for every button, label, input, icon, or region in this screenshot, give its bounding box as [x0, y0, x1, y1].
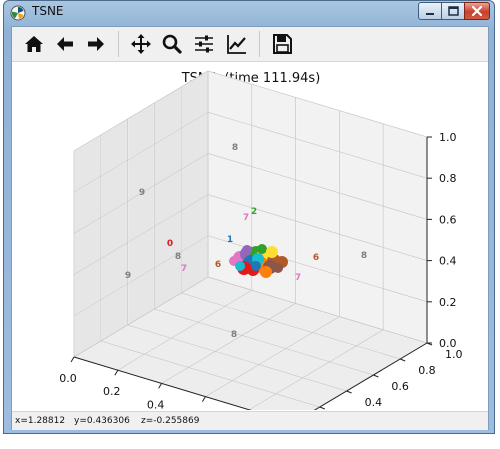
- digit-label: 6: [313, 253, 319, 263]
- x-tick: [201, 396, 206, 402]
- y-tick: [373, 374, 379, 378]
- x-tick: [158, 383, 163, 389]
- save-button[interactable]: [270, 32, 294, 56]
- data-point: [260, 266, 272, 278]
- data-point: [251, 261, 261, 271]
- x-tick: [70, 356, 75, 363]
- digit-label: 8: [232, 143, 238, 153]
- x-tick-label: 0.0: [59, 372, 77, 385]
- data-point: [235, 261, 245, 271]
- digit-label: 9: [139, 188, 145, 198]
- arrow-left-icon: [57, 37, 73, 51]
- floppy-disk-icon: [273, 34, 292, 54]
- edit-axes-button[interactable]: [225, 32, 249, 56]
- home-button[interactable]: [22, 32, 46, 56]
- x-tick: [114, 369, 119, 376]
- data-point: [273, 263, 283, 273]
- digit-label: 8: [231, 330, 237, 340]
- digit-label: 9: [125, 271, 131, 281]
- y-tick-label: 0.6: [391, 380, 409, 393]
- minimize-button[interactable]: [418, 2, 442, 20]
- toolbar-separator: [259, 31, 260, 57]
- digit-label: 7: [295, 273, 301, 283]
- toolbar-separator: [118, 31, 119, 57]
- close-button[interactable]: [464, 2, 490, 20]
- maximize-icon: [448, 6, 459, 16]
- digit-label: 2: [251, 207, 257, 217]
- y-tick: [319, 406, 325, 410]
- arrow-right-icon: [88, 37, 104, 51]
- tsne-window: TSNE TSNE: (time 111.94s) 0.0 0.0 0.2 0.…: [0, 0, 500, 449]
- data-point: [257, 244, 267, 254]
- y-tick: [346, 390, 352, 394]
- y-tick-label: 1.0: [445, 348, 463, 361]
- maximize-button[interactable]: [441, 2, 465, 20]
- cursor-y-readout: y=0.436306: [74, 416, 130, 426]
- x-tick-label: 0.2: [103, 385, 121, 398]
- desktop-strip: [0, 434, 500, 449]
- z-tick-label: 0.2: [439, 296, 457, 309]
- digit-label: 6: [215, 260, 221, 270]
- pan-button[interactable]: [129, 32, 153, 56]
- z-tick-label: 0.8: [439, 172, 457, 185]
- digit-label: 8: [361, 251, 367, 261]
- home-icon: [25, 36, 43, 52]
- figure-canvas-area: TSNE: (time 111.94s) 0.00.00.00.20.20.20…: [11, 26, 489, 449]
- sliders-icon: [195, 35, 213, 53]
- z-tick-label: 0.4: [439, 255, 457, 268]
- configure-subplots-button[interactable]: [192, 32, 216, 56]
- zoom-button[interactable]: [160, 32, 184, 56]
- x-tick-label: 0.4: [147, 398, 165, 410]
- line-chart-icon: [227, 35, 246, 54]
- tsne-3d-plot[interactable]: TSNE: (time 111.94s) 0.00.00.00.20.20.20…: [12, 62, 488, 449]
- move-icon: [131, 34, 151, 54]
- z-tick-label: 0.6: [439, 213, 457, 226]
- y-tick-label: 0.4: [365, 396, 383, 409]
- y-tick: [400, 358, 406, 362]
- axes-panes: [74, 71, 427, 423]
- digit-label: 7: [243, 213, 249, 223]
- digit-label: 1: [227, 235, 233, 245]
- data-point: [242, 245, 252, 255]
- digit-label: 8: [175, 252, 181, 262]
- y-tick-label: 0.8: [418, 364, 436, 377]
- data-point: [266, 246, 278, 258]
- cursor-x-readout: x=1.28812: [15, 416, 66, 426]
- navigation-toolbar: [12, 27, 488, 62]
- magnifier-icon: [162, 34, 182, 54]
- matplotlib-icon: [10, 5, 26, 21]
- forward-button[interactable]: [84, 32, 108, 56]
- plot-canvas[interactable]: TSNE: (time 111.94s) 0.00.00.00.20.20.20…: [12, 62, 488, 449]
- title-bar[interactable]: TSNE: [4, 1, 494, 25]
- digit-label: 7: [181, 264, 187, 274]
- cursor-z-readout: z=-0.255869: [141, 416, 200, 426]
- window-title: TSNE: [32, 4, 64, 18]
- close-icon: [471, 5, 483, 17]
- status-bar: x=1.28812 y=0.436306 z=-0.255869: [12, 411, 488, 430]
- digit-label: 0: [167, 239, 173, 249]
- z-tick-label: 1.0: [439, 131, 457, 144]
- minimize-icon: [426, 13, 434, 15]
- back-button[interactable]: [53, 32, 77, 56]
